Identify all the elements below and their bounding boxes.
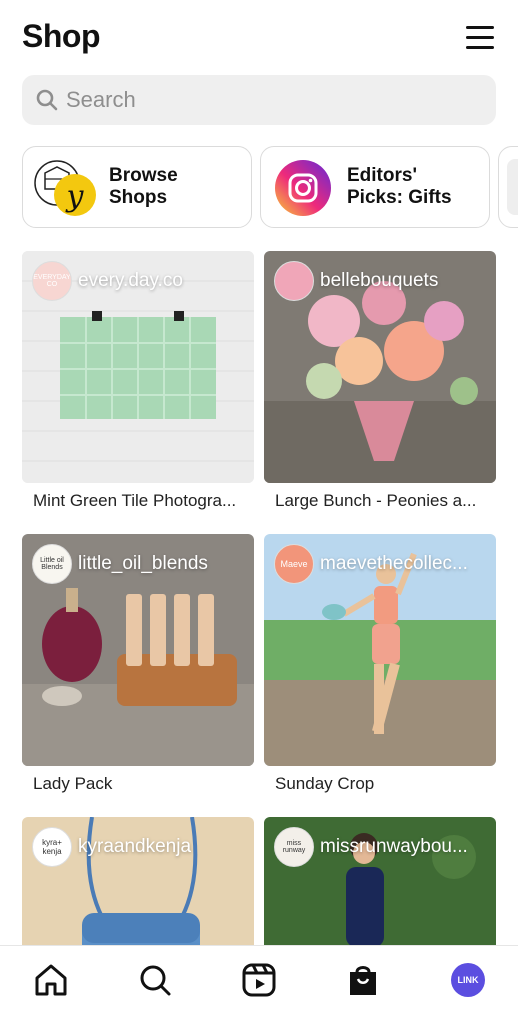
browse-shops-chip[interactable]: y Browse Shops: [22, 146, 252, 228]
shop-category-chips: y Browse Shops Editors' Picks: Gifts: [22, 146, 518, 230]
seller-handle[interactable]: little_oil_blends: [78, 553, 208, 575]
seller-handle[interactable]: kyraandkenja: [78, 836, 191, 858]
chip-label-browse-shops: Browse Shops: [109, 165, 178, 208]
editors-picks-chip[interactable]: Editors' Picks: Gifts: [260, 146, 490, 228]
hamburger-menu-icon[interactable]: [466, 26, 496, 50]
more-chip[interactable]: [498, 146, 518, 228]
instagram-icon: [275, 160, 331, 216]
search-icon[interactable]: [135, 960, 175, 1000]
shop-icon[interactable]: [343, 960, 383, 1000]
product-title[interactable]: Large Bunch - Peonies a...: [275, 491, 476, 511]
avatar-text: kyra+ kenja: [42, 838, 62, 856]
seller-avatar[interactable]: Little oil Blends: [32, 544, 72, 584]
more-chip-thumb: [507, 159, 518, 215]
avatar-text: Maeve: [280, 559, 308, 569]
seller-avatar[interactable]: miss runway: [274, 827, 314, 867]
seller-avatar[interactable]: Maeve: [274, 544, 314, 584]
chip-label-editors-picks: Editors' Picks: Gifts: [347, 165, 452, 208]
seller-avatar[interactable]: EVERYDAY CO: [32, 261, 72, 301]
home-icon[interactable]: [31, 960, 71, 1000]
seller-handle[interactable]: maevethecollec...: [320, 553, 468, 575]
svg-text:y: y: [65, 179, 85, 214]
product-title[interactable]: Lady Pack: [33, 774, 112, 794]
avatar-text: EVERYDAY CO: [33, 274, 71, 288]
search-icon: [36, 89, 58, 111]
seller-handle[interactable]: bellebouquets: [320, 270, 438, 292]
product-grid: EVERYDAY CO every.day.co Mint Green Tile…: [22, 251, 496, 951]
seller-avatar[interactable]: [274, 261, 314, 301]
product-title[interactable]: Sunday Crop: [275, 774, 374, 794]
bottom-navigation: LINK: [0, 945, 518, 1024]
profile-avatar[interactable]: LINK: [448, 960, 488, 1000]
reels-icon[interactable]: [239, 960, 279, 1000]
avatar-text: Little oil Blends: [40, 557, 64, 571]
page-title: Shop: [22, 18, 100, 54]
profile-avatar-label: LINK: [451, 963, 485, 997]
search-input[interactable]: Search: [22, 75, 496, 125]
product-title[interactable]: Mint Green Tile Photogra...: [33, 491, 236, 511]
search-placeholder: Search: [66, 87, 136, 112]
seller-handle[interactable]: every.day.co: [78, 270, 183, 292]
avatar-text: miss runway: [282, 840, 306, 854]
seller-avatar[interactable]: kyra+ kenja: [32, 827, 72, 867]
seller-handle[interactable]: missrunwaybou...: [320, 836, 468, 858]
browse-shops-icon: y: [33, 159, 97, 217]
avatar-text: [275, 262, 313, 300]
header: Shop: [0, 0, 518, 72]
